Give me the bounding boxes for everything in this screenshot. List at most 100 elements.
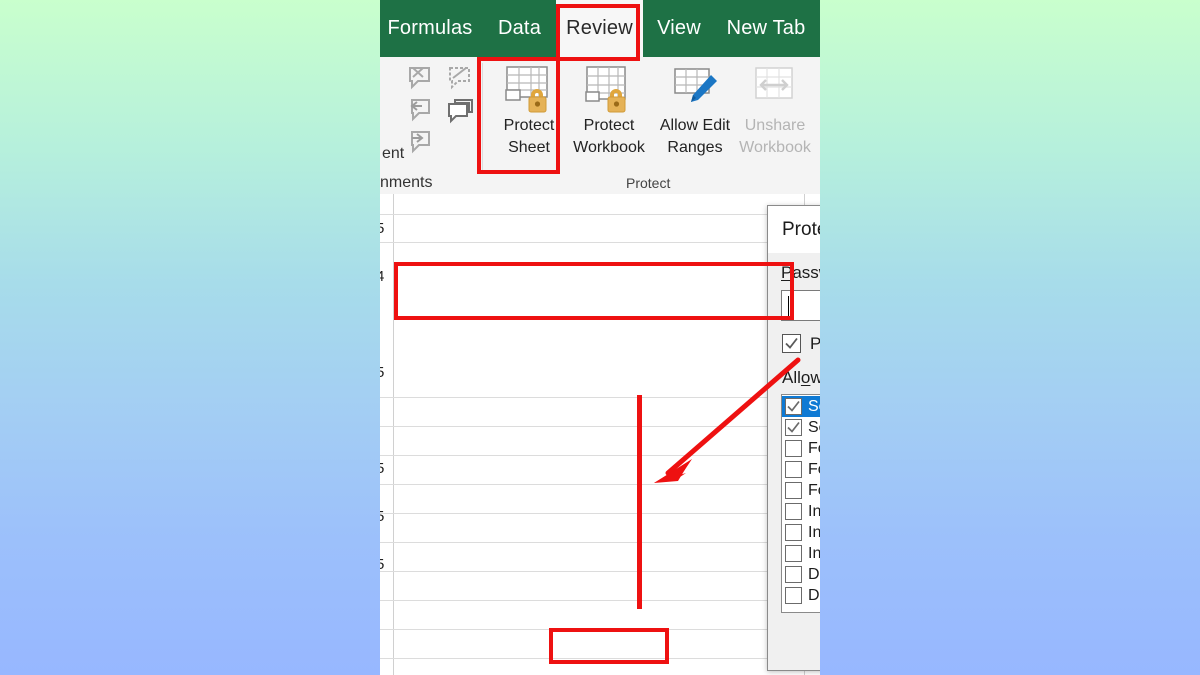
comments-partial-label-ent: ent — [382, 145, 405, 162]
tab-formulas-label: Formulas — [387, 17, 473, 39]
sheet-grid-row — [380, 455, 820, 456]
list-item[interactable]: Delete rows — [782, 585, 820, 606]
list-item-label: Delete columns — [808, 565, 820, 583]
protect-workbook-label-line2: Workbook — [573, 139, 645, 156]
password-label-accel: P — [781, 263, 793, 282]
pencil-grid-icon — [674, 68, 717, 102]
sheet-grid-row — [380, 484, 820, 485]
checkmark-icon — [787, 421, 800, 433]
unshare-workbook-label-line1: Unshare — [744, 117, 806, 134]
list-item[interactable]: Select locked cells — [782, 396, 820, 417]
sheet-grid-row — [380, 629, 820, 630]
ribbon-group-label-protect: Protect — [626, 175, 671, 191]
allow-edit-ranges-label-line2: Ranges — [667, 139, 723, 156]
list-item[interactable]: Insert hyperlinks — [782, 543, 820, 564]
dialog-title-bar: Protect Sheet ? ✕ — [768, 206, 820, 253]
sheet-grid-row — [380, 513, 820, 514]
tab-new-tab-label: New Tab — [726, 17, 806, 39]
sheet-cell-value: 5 — [380, 556, 385, 573]
permissions-listbox[interactable]: Select locked cells Select unlocked cell… — [781, 394, 820, 613]
protect-sheet-label-line2: Sheet — [508, 139, 550, 156]
list-item-checkbox[interactable] — [785, 398, 802, 415]
previous-comment-icon[interactable] — [406, 97, 436, 125]
protect-worksheet-checkbox[interactable] — [782, 334, 801, 353]
list-item-label: Format rows — [808, 481, 820, 499]
show-all-comments-icon[interactable] — [446, 97, 478, 125]
sheet-cell-value: 5 — [380, 220, 385, 237]
tab-new-tab[interactable]: New Tab — [716, 0, 816, 57]
list-item-checkbox[interactable] — [785, 482, 802, 499]
list-item-checkbox[interactable] — [785, 524, 802, 541]
screenshot-root: Formulas Data Review View New Tab ent nm… — [0, 0, 1200, 675]
sheet-grid-row — [380, 214, 820, 215]
list-item-checkbox[interactable] — [785, 566, 802, 583]
tab-review-label: Review — [566, 17, 633, 39]
list-item-checkbox[interactable] — [785, 587, 802, 604]
ribbon-body: ent nments Protect Sheet Protect Workboo… — [380, 57, 820, 195]
sheet-grid-row — [380, 242, 820, 243]
list-item-checkbox[interactable] — [785, 503, 802, 520]
allow-edit-ranges-button[interactable]: Allow Edit Ranges — [653, 63, 737, 159]
unshare-workbook-button[interactable]: Unshare Workbook — [733, 63, 817, 159]
list-item-label: Insert hyperlinks — [808, 544, 820, 562]
list-item-label: Format columns — [808, 460, 820, 478]
share-arrows-icon — [755, 67, 793, 99]
list-item-checkbox[interactable] — [785, 545, 802, 562]
sheet-grid-row — [380, 542, 820, 543]
sheet-grid-row — [380, 426, 820, 427]
sheet-cell-value: 4 — [380, 268, 385, 285]
list-item-label: Insert columns — [808, 502, 820, 520]
sheet-column-line — [393, 194, 394, 675]
protect-sheet-dialog: Protect Sheet ? ✕ Password to unprotect … — [767, 205, 820, 671]
list-item[interactable]: Format cells — [782, 438, 820, 459]
tab-data-label: Data — [497, 17, 542, 39]
text-caret — [788, 296, 789, 316]
next-comment-icon[interactable] — [406, 129, 436, 157]
sheet-grid-row — [380, 658, 820, 659]
excel-window: Formulas Data Review View New Tab ent nm… — [380, 0, 820, 675]
list-item[interactable]: Delete columns — [782, 564, 820, 585]
list-item[interactable]: Insert columns — [782, 501, 820, 522]
tab-review[interactable]: Review — [556, 0, 643, 57]
show-ink-icon[interactable] — [446, 65, 476, 93]
password-label: Password to unprotect sheet: — [781, 263, 820, 283]
allow-users-label: Allow all users of this worksheet to: — [782, 368, 820, 388]
password-input[interactable] — [781, 290, 820, 321]
tab-view-label: View — [657, 17, 701, 39]
protect-sheet-label-line1: Protect — [503, 117, 555, 134]
unshare-workbook-label-line2: Workbook — [739, 139, 811, 156]
protect-label-pre: Protect worksheet and — [810, 334, 820, 353]
list-item-label: Select unlocked cells — [808, 418, 820, 436]
tab-formulas[interactable]: Formulas — [380, 0, 480, 57]
password-label-rest: assword to unprotect sheet: — [792, 263, 820, 282]
list-item-label: Format cells — [808, 439, 820, 457]
protect-workbook-button[interactable]: Protect Workbook — [567, 63, 651, 159]
allow-label-pre: All — [782, 368, 801, 387]
checkmark-icon — [787, 400, 800, 412]
workbook-lock-icon — [585, 66, 626, 113]
checkmark-icon — [785, 337, 798, 349]
list-item[interactable]: Format columns — [782, 459, 820, 480]
list-item[interactable]: Insert rows — [782, 522, 820, 543]
list-item[interactable]: Format rows — [782, 480, 820, 501]
list-item[interactable]: Select unlocked cells — [782, 417, 820, 438]
allow-label-post: w all users of this worksheet to: — [810, 368, 820, 387]
sheet-cell-value: 5 — [380, 364, 385, 381]
list-item-checkbox[interactable] — [785, 461, 802, 478]
protect-sheet-button[interactable]: Protect Sheet — [487, 63, 571, 159]
list-item-label: Select locked cells — [808, 397, 820, 415]
sheet-lock-icon — [505, 66, 548, 113]
tab-view[interactable]: View — [648, 0, 710, 57]
tab-data[interactable]: Data — [488, 0, 551, 57]
list-item-label: Delete rows — [808, 586, 820, 604]
sheet-grid-row — [380, 600, 820, 601]
delete-comment-icon[interactable] — [406, 65, 436, 93]
dialog-title: Protect Sheet — [782, 219, 820, 240]
allow-label-accel: o — [800, 368, 811, 387]
list-item-label: Insert rows — [808, 523, 820, 541]
sheet-grid-row — [380, 571, 820, 572]
list-item-checkbox[interactable] — [785, 419, 802, 436]
sheet-cell-value: 5 — [380, 508, 385, 525]
sheet-cell-value: 5 — [380, 460, 385, 477]
list-item-checkbox[interactable] — [785, 440, 802, 457]
